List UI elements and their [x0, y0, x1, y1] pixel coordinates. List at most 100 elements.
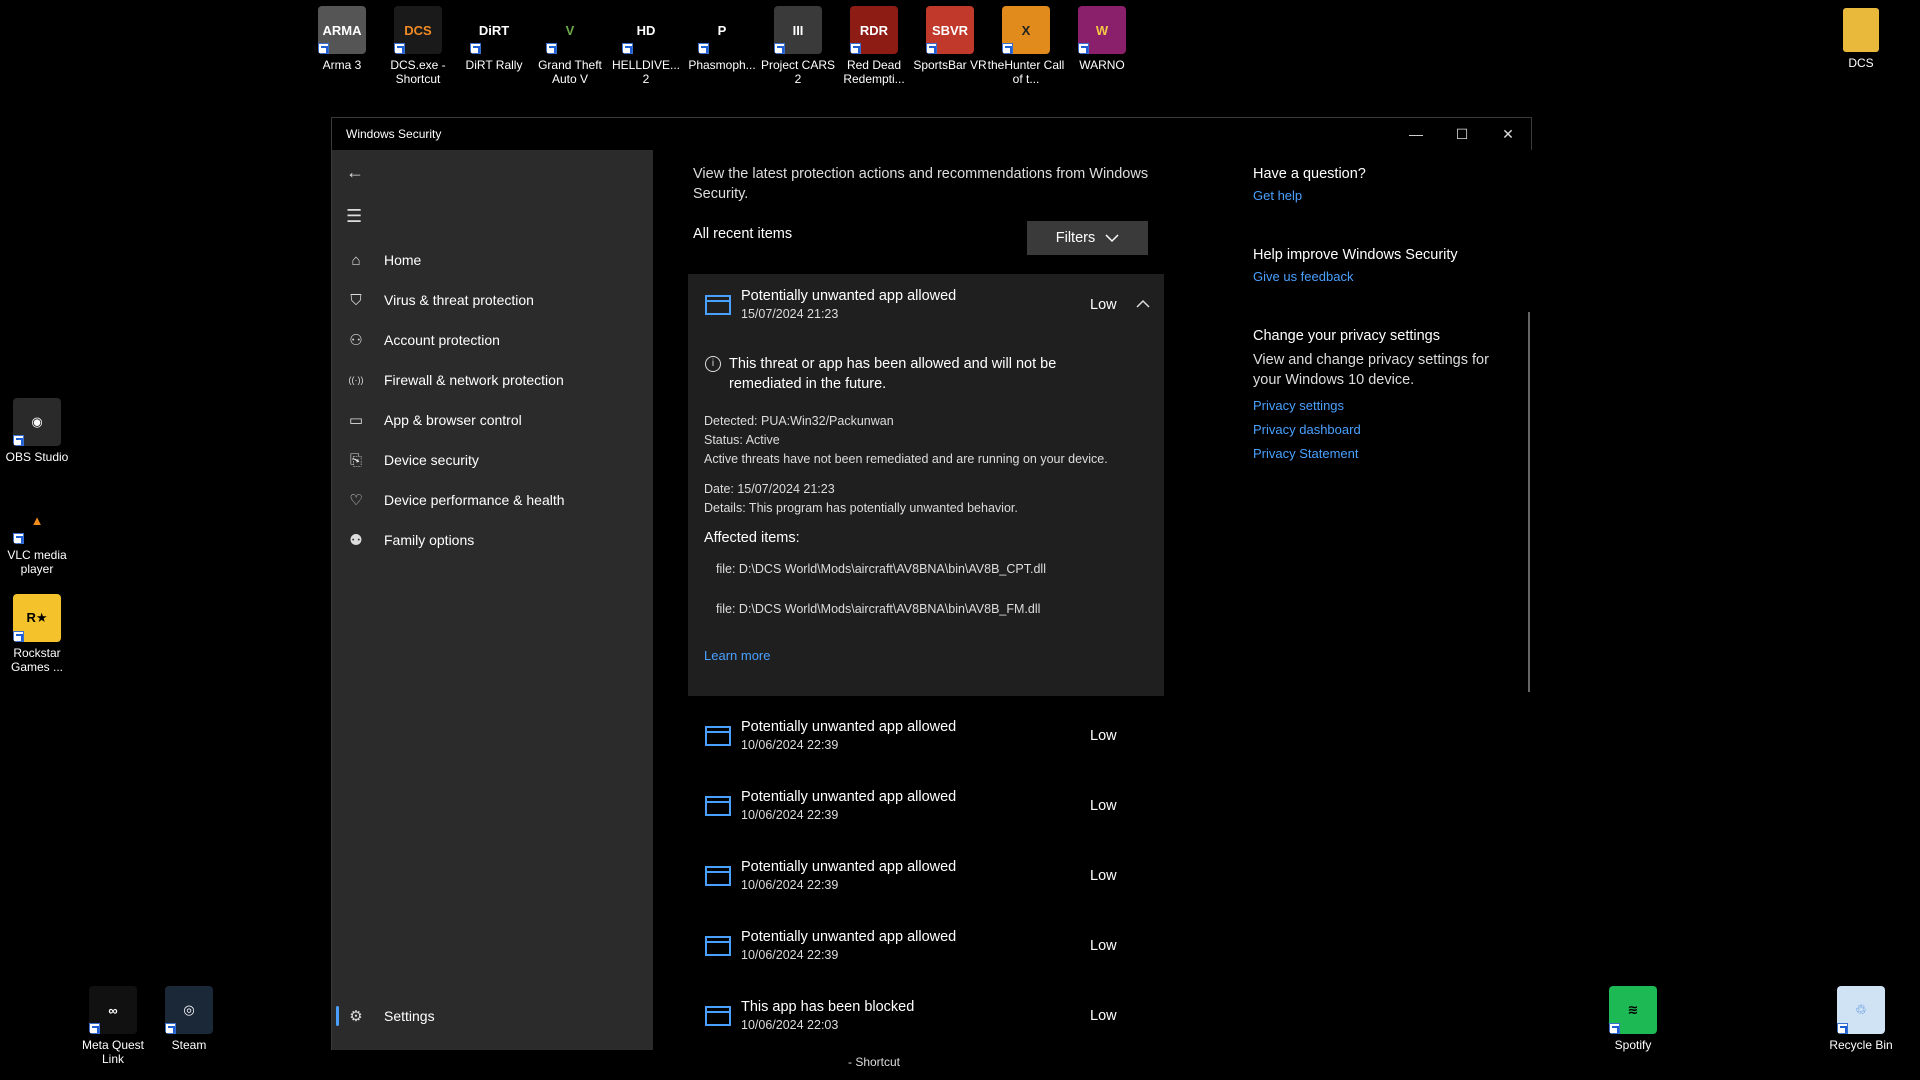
- chevron-down-icon: [1105, 233, 1119, 242]
- history-item[interactable]: Potentially unwanted app allowed 10/06/20…: [688, 778, 1164, 835]
- menu-button[interactable]: ☰: [332, 194, 653, 238]
- sidebar-item-label: App & browser control: [384, 412, 522, 428]
- learn-more-link[interactable]: Learn more: [704, 648, 770, 663]
- desktop-icon-dcs-folder[interactable]: DCS: [1822, 8, 1900, 70]
- nav-list: ⌂ Home ⛉ Virus & threat protection ⚇ Account …: [332, 240, 653, 560]
- info-text: This threat or app has been allowed and …: [729, 356, 1057, 392]
- severity-label: Low: [1090, 798, 1117, 814]
- desktop-icon-label: Arma 3: [322, 58, 362, 72]
- filters-button[interactable]: Filters: [1027, 221, 1148, 255]
- desktop-icon[interactable]: III Project CARS 2: [759, 6, 837, 86]
- expanded-history-item: Potentially unwanted app allowed 15/07/2…: [688, 274, 1164, 696]
- icon-glyph: DiRT: [478, 22, 510, 38]
- gta5-icon: V: [546, 6, 594, 54]
- minimize-button[interactable]: —: [1393, 118, 1439, 150]
- desktop-icon[interactable]: R★ Rockstar Games ...: [0, 594, 76, 674]
- sidebar-item-settings[interactable]: ⚙ Settings: [332, 996, 653, 1036]
- chevron-up-icon[interactable]: [1136, 299, 1150, 308]
- desktop-icon-label: theHunter Call of t...: [987, 58, 1065, 86]
- desktop-icon[interactable]: SBVR SportsBar VR: [911, 6, 989, 72]
- app-window-icon: [705, 726, 731, 746]
- affected-file: file: D:\DCS World\Mods\aircraft\AV8BNA\…: [716, 562, 1046, 576]
- desktop-icon[interactable]: HD HELLDIVE... 2: [607, 6, 685, 86]
- nav-icon: ♡: [349, 492, 363, 509]
- history-item[interactable]: This app has been blocked 10/06/2024 22:0…: [688, 988, 1164, 1045]
- shortcut-arrow-icon: [1078, 43, 1089, 54]
- app-window-icon: [705, 1006, 731, 1026]
- sidebar-item-account-protection[interactable]: ⚇ Account protection: [332, 320, 653, 360]
- nav-icon: ((·)): [348, 375, 364, 385]
- scrollbar[interactable]: [1528, 312, 1530, 692]
- shortcut-arrow-icon: [926, 43, 937, 54]
- shortcut-arrow-icon: [394, 43, 405, 54]
- desktop-icon-label: Rockstar Games ...: [10, 646, 63, 674]
- title-bar: Windows Security — ☐ ✕: [332, 118, 1531, 150]
- desktop-icon[interactable]: V Grand Theft Auto V: [531, 6, 609, 86]
- icon-glyph: ARMA: [322, 22, 362, 38]
- obs-icon: ◉: [13, 398, 61, 446]
- main-content: View the latest protection actions and r…: [653, 150, 1533, 1050]
- sidebar-item-device-security[interactable]: ⎘ Device security: [332, 440, 653, 480]
- sidebar-item-home[interactable]: ⌂ Home: [332, 240, 653, 280]
- info-message: i This threat or app has been allowed an…: [705, 354, 1125, 394]
- desktop-icon[interactable]: DiRT DiRT Rally: [455, 6, 533, 72]
- icon-glyph: X: [1021, 22, 1031, 38]
- red-dead-icon: RDR: [850, 6, 898, 54]
- desktop-icon[interactable]: ♲ Recycle Bin: [1822, 986, 1900, 1052]
- feedback-link[interactable]: Give us feedback: [1253, 269, 1513, 284]
- folder-icon: [1843, 8, 1879, 52]
- icon-glyph: V: [565, 22, 575, 38]
- privacy-settings-link[interactable]: Privacy settings: [1253, 398, 1513, 413]
- item-title: Potentially unwanted app allowed: [741, 789, 957, 805]
- sidebar: ← ☰ ⌂ Home ⛉ Virus & threat protection ⚇ Acco…: [332, 150, 653, 1050]
- app-window-icon: [705, 936, 731, 956]
- app-window-icon: [705, 866, 731, 886]
- desktop-icon[interactable]: ◎ Steam: [150, 986, 228, 1052]
- desktop-icon[interactable]: W WARNO: [1063, 6, 1141, 72]
- shortcut-arrow-icon: [165, 1023, 176, 1034]
- get-help-link[interactable]: Get help: [1253, 188, 1513, 203]
- nav-icon: ⛉: [350, 291, 362, 309]
- shortcut-arrow-icon: [89, 1023, 100, 1034]
- desktop-icon[interactable]: XtheHunter Call of t...: [987, 6, 1065, 86]
- sidebar-item-family-options[interactable]: ⚉ Family options: [332, 520, 653, 560]
- history-item[interactable]: Potentially unwanted app allowed 10/06/20…: [688, 918, 1164, 975]
- history-item[interactable]: Potentially unwanted app allowed 10/06/20…: [688, 708, 1164, 765]
- desktop-icon[interactable]: ≋ Spotify: [1594, 986, 1672, 1052]
- history-item-header[interactable]: Potentially unwanted app allowed 15/07/2…: [688, 274, 1164, 334]
- shortcut-arrow-icon: [774, 43, 785, 54]
- back-button[interactable]: ←: [332, 150, 653, 194]
- sidebar-item-app-browser-control[interactable]: ▭ App & browser control: [332, 400, 653, 440]
- nav-icon: ⚇: [349, 332, 363, 349]
- nav-icon: ⚉: [349, 532, 363, 549]
- privacy-dashboard-link[interactable]: Privacy dashboard: [1253, 422, 1513, 437]
- desktop-icon[interactable]: RDR Red Dead Redempti...: [835, 6, 913, 86]
- affected-items-title: Affected items:: [704, 530, 800, 546]
- desktop-icon[interactable]: DCS DCS.exe - Shortcut: [379, 6, 457, 86]
- icon-glyph: SBVR: [931, 22, 969, 38]
- desktop-icon[interactable]: ARMA Arma 3: [303, 6, 381, 72]
- taskbar-hint: - Shortcut: [848, 1055, 901, 1069]
- sidebar-item-virus-threat-protection[interactable]: ⛉ Virus & threat protection: [332, 280, 653, 320]
- desktop-icon[interactable]: ▲ VLC media player: [0, 496, 76, 576]
- sidebar-item-label: Account protection: [384, 332, 500, 348]
- maximize-button[interactable]: ☐: [1439, 118, 1485, 150]
- desktop-icon[interactable]: P Phasmoph...: [683, 6, 761, 72]
- sidebar-item-device-performance-health[interactable]: ♡ Device performance & health: [332, 480, 653, 520]
- item-date: 10/06/2024 22:39: [741, 948, 839, 962]
- meta-quest-icon: ∞: [89, 986, 137, 1034]
- close-button[interactable]: ✕: [1485, 118, 1531, 150]
- item-title: Potentially unwanted app allowed: [741, 859, 957, 875]
- shortcut-arrow-icon: [318, 43, 329, 54]
- shortcut-arrow-icon: [850, 43, 861, 54]
- severity-label: Low: [1090, 728, 1117, 744]
- history-item[interactable]: Potentially unwanted app allowed 10/06/20…: [688, 848, 1164, 905]
- steam-icon: ◎: [165, 986, 213, 1034]
- sidebar-item-firewall-network-protection[interactable]: ((·)) Firewall & network protection: [332, 360, 653, 400]
- privacy-statement-link[interactable]: Privacy Statement: [1253, 446, 1513, 461]
- sidebar-item-label: Virus & threat protection: [384, 292, 534, 308]
- desktop-icon[interactable]: ∞ Meta Quest Link: [74, 986, 152, 1066]
- desktop-icon[interactable]: ◉ OBS Studio: [0, 398, 76, 464]
- severity-label: Low: [1090, 938, 1117, 954]
- sidebar-item-label: Firewall & network protection: [384, 372, 564, 388]
